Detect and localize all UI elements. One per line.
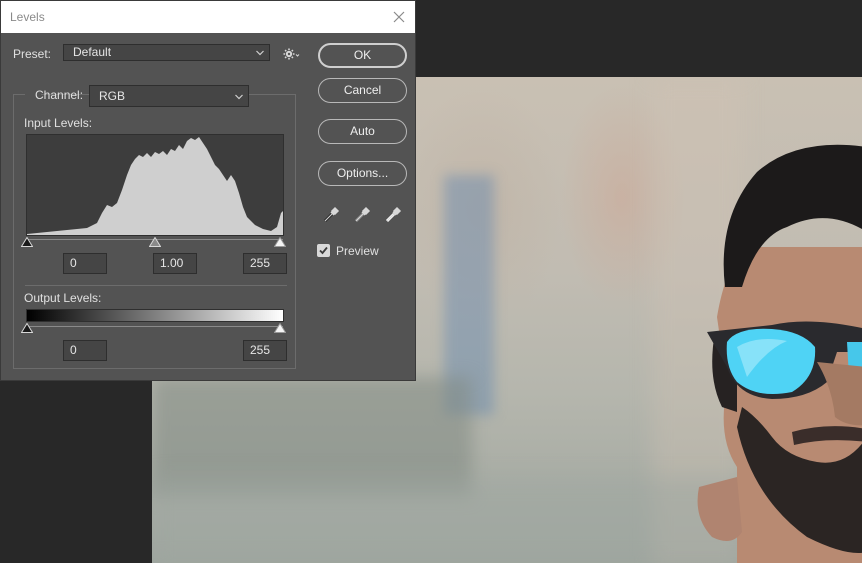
channel-value: RGB — [99, 89, 126, 103]
histogram — [26, 134, 284, 236]
preset-label: Preset: — [13, 47, 52, 61]
output-slider-track — [27, 326, 283, 327]
channel-label: Channel: — [35, 88, 84, 102]
output-white-slider[interactable] — [274, 323, 286, 333]
cancel-button[interactable]: Cancel — [318, 78, 407, 103]
channel-dropdown[interactable]: RGB — [89, 85, 249, 107]
white-eyedropper-icon[interactable] — [384, 206, 402, 224]
input-gamma-slider[interactable] — [149, 237, 161, 247]
options-button[interactable]: Options... — [318, 161, 407, 186]
dialog-titlebar[interactable]: Levels — [1, 1, 415, 33]
preview-checkbox[interactable] — [317, 244, 330, 257]
ok-button[interactable]: OK — [318, 43, 407, 68]
input-black-field[interactable]: 0 — [63, 253, 107, 274]
output-black-slider[interactable] — [21, 323, 33, 333]
levels-separator — [25, 285, 287, 286]
preset-dropdown[interactable]: Default — [63, 44, 270, 61]
checkmark-icon — [319, 246, 328, 255]
output-levels-label: Output Levels: — [24, 291, 102, 305]
input-black-point-slider[interactable] — [21, 237, 33, 247]
gear-icon[interactable] — [281, 46, 301, 62]
chevron-down-icon — [256, 50, 264, 56]
man-with-sunglasses-photo — [697, 144, 862, 563]
preview-label[interactable]: Preview — [336, 244, 379, 258]
gray-eyedropper-icon[interactable] — [353, 206, 371, 224]
close-icon[interactable] — [389, 7, 409, 27]
black-eyedropper-icon[interactable] — [322, 206, 340, 224]
auto-button[interactable]: Auto — [318, 119, 407, 144]
histogram-graph — [27, 137, 283, 235]
input-white-field[interactable]: 255 — [243, 253, 287, 274]
dialog-title: Levels — [10, 10, 45, 24]
input-white-point-slider[interactable] — [274, 237, 286, 247]
channel-row: Channel: — [25, 84, 83, 106]
input-levels-label: Input Levels: — [24, 116, 93, 130]
levels-dialog: Levels Preset: Default Channel: RGB Inpu… — [0, 0, 416, 381]
output-gradient-bar — [26, 309, 284, 322]
output-black-field[interactable]: 0 — [63, 340, 107, 361]
chevron-down-icon — [235, 94, 243, 100]
preset-value: Default — [73, 45, 112, 59]
output-white-field[interactable]: 255 — [243, 340, 287, 361]
input-gamma-field[interactable]: 1.00 — [153, 253, 197, 274]
